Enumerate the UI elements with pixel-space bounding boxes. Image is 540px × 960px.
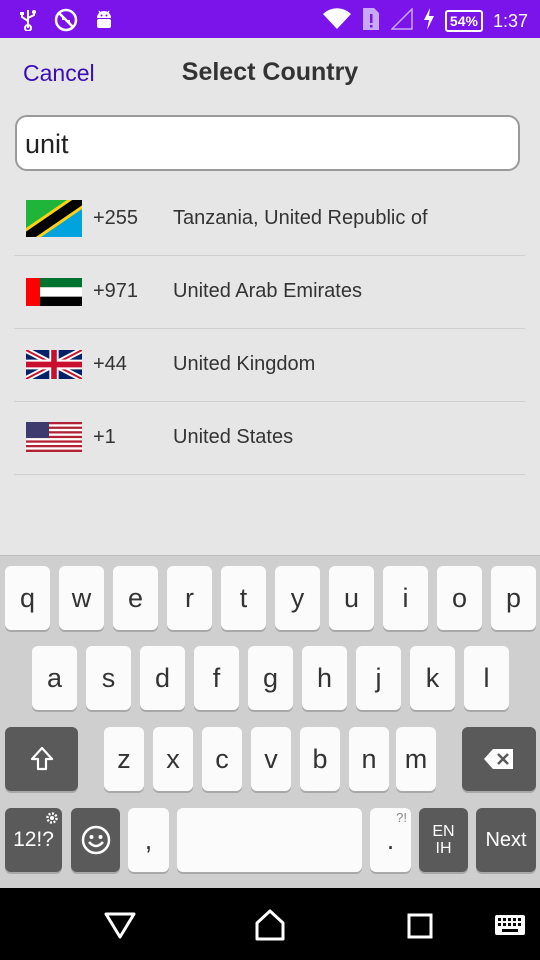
signal-icon xyxy=(390,7,413,34)
key-a[interactable]: a xyxy=(32,646,77,710)
key-k[interactable]: k xyxy=(410,646,455,710)
key-h[interactable]: h xyxy=(302,646,347,710)
settings-icon xyxy=(46,812,58,824)
emoji-icon xyxy=(81,825,110,855)
country-list: +255 Tanzania, United Republic of +971 U… xyxy=(14,183,525,475)
country-name: United Kingdom xyxy=(173,353,316,375)
key-n[interactable]: n xyxy=(349,727,389,791)
comma-key[interactable]: , xyxy=(128,808,169,872)
back-icon[interactable] xyxy=(103,910,137,940)
header: Select Country Cancel xyxy=(0,38,540,110)
key-c[interactable]: c xyxy=(202,727,242,791)
no-sim-icon xyxy=(54,8,78,36)
key-m[interactable]: m xyxy=(396,727,436,791)
usb-icon xyxy=(18,9,38,35)
key-g[interactable]: g xyxy=(248,646,293,710)
country-code: +971 xyxy=(93,280,139,302)
key-t[interactable]: t xyxy=(221,566,266,630)
status-bar: 54% 1:37 xyxy=(0,0,540,38)
backspace-key[interactable] xyxy=(462,727,536,791)
key-d[interactable]: d xyxy=(140,646,185,710)
country-code: +44 xyxy=(93,353,127,375)
country-name: United States xyxy=(173,426,294,448)
country-name: United Arab Emirates xyxy=(173,280,362,302)
key-u[interactable]: u xyxy=(329,566,374,630)
charging-icon xyxy=(423,8,435,34)
emoji-key[interactable] xyxy=(71,808,120,872)
backspace-icon xyxy=(484,749,513,769)
symbols-key[interactable]: 12!? xyxy=(5,808,62,872)
search-input[interactable]: unit xyxy=(15,115,520,171)
language-key[interactable]: EN IH xyxy=(419,808,468,872)
shift-icon xyxy=(30,746,53,771)
language-label-bottom: IH xyxy=(435,840,452,857)
key-r[interactable]: r xyxy=(167,566,212,630)
key-x[interactable]: x xyxy=(153,727,193,791)
sim-alert-icon xyxy=(361,6,381,36)
key-i[interactable]: i xyxy=(383,566,428,630)
tanzania-flag-icon xyxy=(26,200,82,237)
key-z[interactable]: z xyxy=(104,727,144,791)
key-y[interactable]: y xyxy=(275,566,320,630)
country-code: +1 xyxy=(93,426,116,448)
space-key[interactable] xyxy=(177,808,362,872)
android-icon xyxy=(94,9,114,35)
navigation-bar xyxy=(0,888,540,960)
language-label-top: EN xyxy=(432,823,455,840)
recents-icon[interactable] xyxy=(407,913,433,939)
clock: 1:37 xyxy=(492,10,528,31)
shift-key[interactable] xyxy=(5,727,78,791)
period-key[interactable]: . ?! xyxy=(370,808,411,872)
keyboard-switch-icon[interactable] xyxy=(494,914,526,936)
key-q[interactable]: q xyxy=(5,566,50,630)
battery-level: 54% xyxy=(444,10,483,32)
key-j[interactable]: j xyxy=(356,646,401,710)
key-e[interactable]: e xyxy=(113,566,158,630)
key-o[interactable]: o xyxy=(437,566,482,630)
key-w[interactable]: w xyxy=(59,566,104,630)
key-f[interactable]: f xyxy=(194,646,239,710)
key-p[interactable]: p xyxy=(491,566,536,630)
list-item[interactable]: +255 Tanzania, United Republic of xyxy=(14,183,525,256)
us-flag-icon xyxy=(26,422,82,452)
country-code: +255 xyxy=(93,207,139,229)
key-s[interactable]: s xyxy=(86,646,131,710)
country-name: Tanzania, United Republic of xyxy=(173,207,428,229)
cancel-button[interactable]: Cancel xyxy=(23,60,95,87)
key-l[interactable]: l xyxy=(464,646,509,710)
period-hint: ?! xyxy=(396,810,407,825)
period-label: . xyxy=(386,824,395,855)
uae-flag-icon xyxy=(26,278,82,306)
list-item[interactable]: +44 United Kingdom xyxy=(14,329,525,402)
symbols-label: 12!? xyxy=(13,828,54,851)
uk-flag-icon xyxy=(26,350,82,379)
key-v[interactable]: v xyxy=(251,727,291,791)
key-b[interactable]: b xyxy=(300,727,340,791)
list-item[interactable]: +971 United Arab Emirates xyxy=(14,256,525,329)
home-icon[interactable] xyxy=(253,908,287,942)
keyboard: q w e r t y u i o p a s d f g h j k l z … xyxy=(0,555,540,889)
next-key[interactable]: Next xyxy=(476,808,536,872)
list-item[interactable]: +1 United States xyxy=(14,402,525,475)
wifi-icon xyxy=(322,8,351,34)
